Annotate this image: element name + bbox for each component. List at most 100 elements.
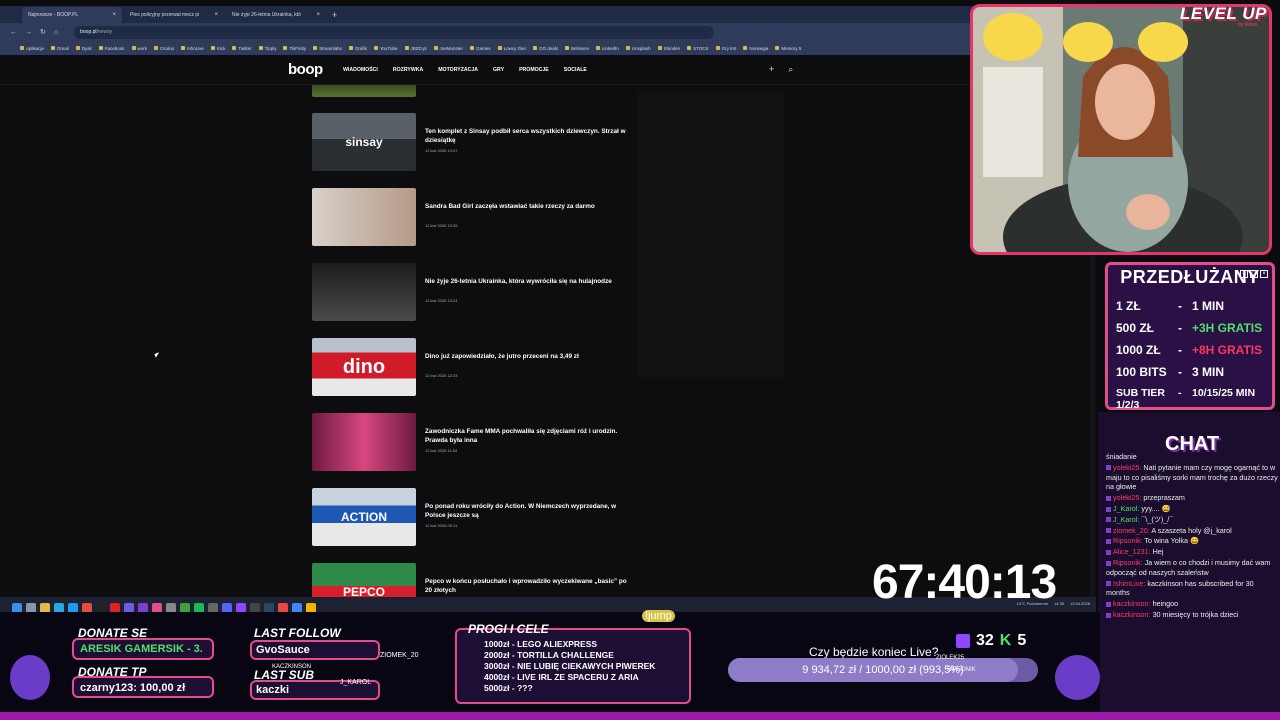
article-item[interactable]: Nie żyje 26-letnia Ukrainka, która wywró… <box>312 263 632 323</box>
chrome-icon[interactable] <box>292 602 302 613</box>
article-item[interactable]: PEPCO Pepco w końcu posłuchało i wprowadz… <box>312 563 632 597</box>
bookmark-item[interactable]: Oculus <box>154 46 174 51</box>
bookmark-item[interactable]: work <box>131 46 147 51</box>
app-icon[interactable] <box>138 602 148 613</box>
nav-rozrywka[interactable]: ROZRYWKA <box>393 67 423 73</box>
app-icon[interactable] <box>68 602 78 613</box>
app-icon[interactable] <box>82 602 92 613</box>
bookmark-item[interactable]: Streamlabs <box>313 46 342 51</box>
ad-placeholder <box>637 91 784 378</box>
bookmark-item[interactable]: Aplikacje <box>20 46 44 51</box>
bookmark-item[interactable]: Kick <box>210 45 226 51</box>
article-title[interactable]: Dino już zapowiedziało, że jutro przecen… <box>425 352 630 361</box>
article-item[interactable]: Zawodniczka Fame MMA pochwaliła się zdję… <box>312 413 632 473</box>
article-item[interactable]: ACTION Po ponad roku wróciły do Action. W… <box>312 488 632 548</box>
bookmark-item[interactable]: JoeMonster <box>433 46 463 51</box>
bookmark-item[interactable]: LinkedIn <box>595 45 619 51</box>
site-logo[interactable]: boop <box>288 61 323 78</box>
search-icon[interactable] <box>26 602 36 613</box>
bookmark-item[interactable]: YouTube <box>373 46 398 51</box>
bookmark-item[interactable]: STOCK <box>687 46 709 51</box>
forward-icon[interactable]: → <box>25 29 32 36</box>
app-icon[interactable] <box>166 602 176 613</box>
app-icon[interactable] <box>124 602 134 613</box>
article-partial[interactable] <box>312 85 632 97</box>
tab-boop[interactable]: Najnowsze - BOOP.PL × <box>22 7 122 23</box>
article-item[interactable]: dino Dino już zapowiedziało, że jutro prz… <box>312 338 632 398</box>
bookmark-item[interactable]: Łowcy Gier <box>497 46 526 51</box>
bookmark-item[interactable]: Grafik <box>348 46 367 51</box>
twitch-icon <box>956 634 970 648</box>
app-icon[interactable] <box>278 602 288 613</box>
bookmark-item[interactable]: TikFinity <box>283 46 306 51</box>
tab-pies[interactable]: Pies policyjny przerwał mecz pi × <box>124 7 224 23</box>
article-title[interactable]: Ten komplet z Sinsay podbił serca wszyst… <box>425 127 630 145</box>
brand-sub: by Roxie <box>1238 22 1258 28</box>
article-title[interactable]: Nie żyje 26-letnia Ukrainka, która wywró… <box>425 277 630 286</box>
close-icon[interactable]: × <box>112 12 116 18</box>
start-icon[interactable] <box>12 602 22 613</box>
article-item[interactable]: Sandra Bad Girl zaczęła wstawiać takie r… <box>312 188 632 248</box>
app-icon[interactable] <box>96 602 106 613</box>
xbox-icon[interactable] <box>180 602 190 613</box>
bookmark-item[interactable]: Tipply <box>258 46 276 51</box>
nav-sociale[interactable]: SOCIALE <box>564 67 587 73</box>
bookmark-item[interactable]: IshoLive <box>181 46 204 51</box>
bookmark-item[interactable]: Facebook <box>98 46 125 51</box>
app-icon[interactable] <box>152 602 162 613</box>
article-thumbnail[interactable] <box>312 85 416 97</box>
steam-icon[interactable] <box>264 602 274 613</box>
article-thumbnail[interactable]: ACTION <box>312 488 416 546</box>
bookmark-item[interactable]: Dysk <box>75 46 92 51</box>
app-icon[interactable] <box>110 602 120 613</box>
home-icon[interactable]: ⌂ <box>54 29 58 36</box>
bookmark-item[interactable]: Games <box>470 46 491 51</box>
article-item[interactable]: sinsay Ten komplet z Sinsay podbił serca … <box>312 113 632 173</box>
article-title[interactable]: Pepco w końcu posłuchało i wprowadziło w… <box>425 577 630 595</box>
article-title[interactable]: Zawodniczka Fame MMA pochwaliła się zdję… <box>425 427 630 445</box>
bookmark-item[interactable]: GG.deals <box>533 46 558 51</box>
app-icon[interactable] <box>306 602 316 613</box>
article-thumbnail[interactable] <box>312 413 416 471</box>
address-bar[interactable]: boop.pl/newsy <box>74 25 715 39</box>
article-thumbnail[interactable]: dino <box>312 338 416 396</box>
article-thumbnail[interactable] <box>312 188 416 246</box>
bookmark-item[interactable]: Gry tmt <box>715 46 736 51</box>
app-icon[interactable] <box>54 602 64 613</box>
plus-icon[interactable]: + <box>769 64 774 75</box>
bookmark-item[interactable]: Unsplash <box>625 46 651 51</box>
bookmark-label: LinkedIn <box>601 45 619 51</box>
folder-icon <box>131 46 136 50</box>
spotify-icon[interactable] <box>194 602 204 613</box>
bookmark-item[interactable]: Gmail <box>51 46 69 51</box>
bookmark-item[interactable]: Norwegia <box>743 46 768 51</box>
article-thumbnail[interactable]: PEPCO <box>312 563 416 597</box>
article-title[interactable]: Sandra Bad Girl zaczęła wstawiać takie r… <box>425 202 630 211</box>
back-icon[interactable]: ← <box>10 29 17 36</box>
bookmark-item[interactable]: Behance <box>565 46 589 51</box>
nav-gry[interactable]: GRY <box>493 67 504 73</box>
clock-date[interactable]: 12.04.2026 <box>1070 601 1090 606</box>
tab-ukrainka[interactable]: Nie żyje 26-letnia Ukrainka, któ × <box>226 7 326 23</box>
bookmark-item[interactable]: JBZD.pl <box>404 46 427 51</box>
nav-wiadomosci[interactable]: WIADOMOŚCI <box>343 67 378 73</box>
app-icon[interactable] <box>250 602 260 613</box>
new-tab-icon[interactable]: + <box>332 7 337 23</box>
bookmark-item[interactable]: Twitter <box>232 46 252 51</box>
article-thumbnail[interactable] <box>312 263 416 321</box>
article-title[interactable]: Po ponad roku wróciły do Action. W Niemc… <box>425 502 630 520</box>
twitch-icon[interactable] <box>236 602 246 613</box>
close-icon[interactable]: × <box>214 12 218 18</box>
bookmark-item[interactable]: Memory 5 <box>775 46 801 51</box>
reload-icon[interactable]: ↻ <box>40 28 46 36</box>
bookmark-item[interactable]: Shinden <box>657 46 680 51</box>
close-icon[interactable]: × <box>316 12 320 18</box>
nav-promocje[interactable]: PROMOCJE <box>519 67 549 73</box>
app-icon[interactable] <box>208 602 218 613</box>
article-thumbnail[interactable]: sinsay <box>312 113 416 171</box>
nav-motoryzacja[interactable]: MOTORYZACJA <box>438 67 478 73</box>
bookmark-label: Kick <box>216 45 226 51</box>
discord-icon[interactable] <box>222 602 232 613</box>
search-icon[interactable]: ⌕ <box>788 64 793 75</box>
explorer-icon[interactable] <box>40 602 50 613</box>
